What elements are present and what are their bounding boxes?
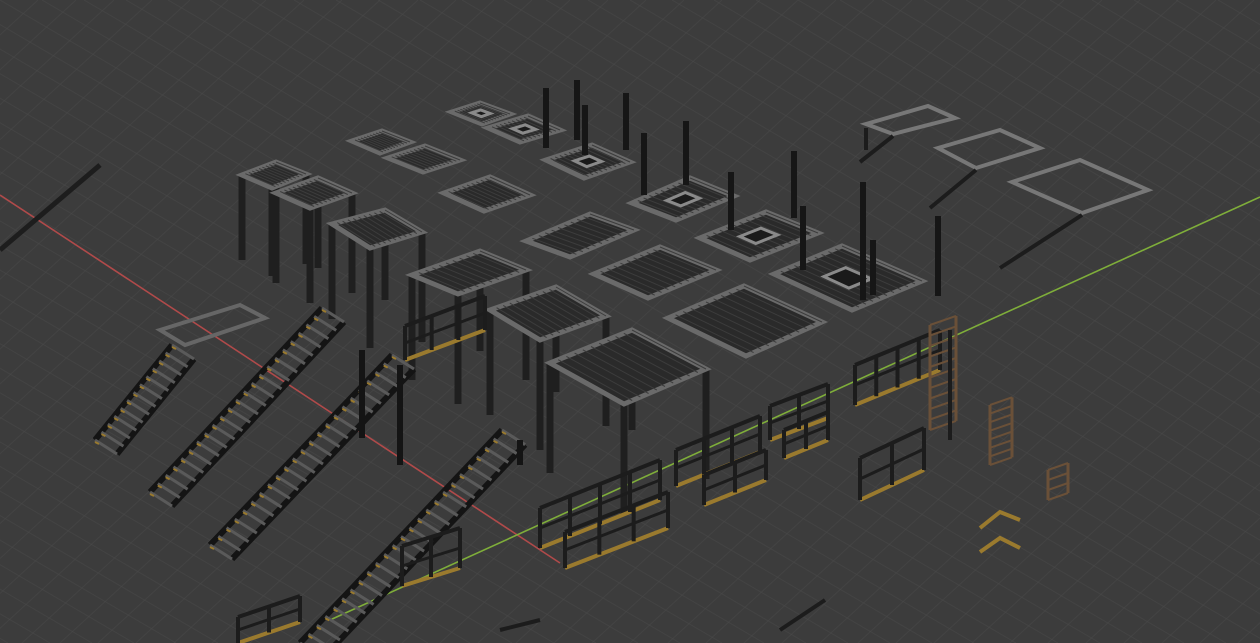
railing[interactable] [853, 328, 942, 407]
floor-grate-tile[interactable] [519, 211, 641, 260]
platform-with-legs[interactable] [269, 175, 359, 303]
platform-deck[interactable] [325, 207, 429, 251]
platform-deck[interactable] [405, 248, 533, 297]
platform-with-legs[interactable] [405, 248, 533, 404]
floor-grate-tile[interactable] [344, 128, 418, 156]
railing-fragment[interactable] [499, 618, 541, 632]
scene-canvas[interactable] [0, 0, 1260, 643]
railing[interactable] [768, 382, 830, 442]
floor-grate-tile[interactable] [380, 143, 468, 175]
corner-rail[interactable] [978, 535, 1021, 554]
beam-object[interactable] [0, 163, 102, 252]
3d-viewport[interactable] [0, 0, 1260, 643]
floor-grate-tile[interactable] [587, 244, 723, 301]
platform-deck[interactable] [544, 327, 712, 407]
floor-grate-tile[interactable] [661, 283, 829, 359]
railing[interactable] [858, 426, 926, 502]
corner-rail[interactable] [978, 509, 1021, 530]
floor-grate-tile[interactable] [437, 174, 537, 214]
